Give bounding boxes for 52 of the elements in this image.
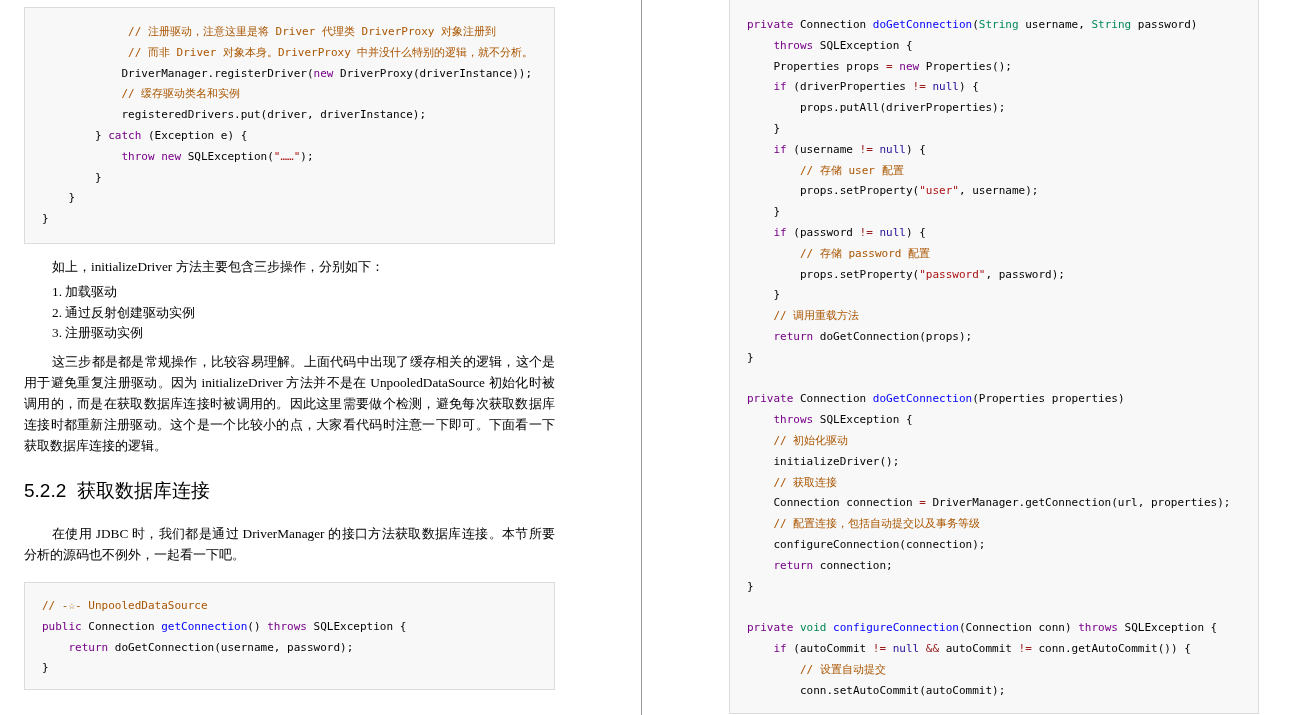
paragraph: 在使用 JDBC 时，我们都是通过 DriverManager 的接口方法获取数据库连接。本节所要分析的源码也不例外，一起看一下吧。 xyxy=(24,524,555,564)
paragraph: 这三步都是都是常规操作，比较容易理解。上面代码中出现了缓存相关的逻辑，这个是用于避免重复注册驱动。因为 initializeDriver 方法并不是在 UnpooledDataSource 初始化时被调用的，而是在获取数据库连接时被调用的。因此这里需要做个检测，避免每次获取数据库连接时都重新注册驱动。这个是一个比较小的点，大家看代码时注意一下即可。下面看一下获取数据库连接的逻辑。 xyxy=(24,352,555,456)
code-line: // 设置自动提交 xyxy=(798,661,886,678)
code-line: } xyxy=(67,190,76,207)
code-line: // 注册驱动，注意这里是将 Driver 代理类 DriverProxy 对象注册到 xyxy=(127,24,497,40)
code-line: props.setProperty("password", password); xyxy=(798,266,1065,283)
code-line: // 存储 user 配置 xyxy=(798,162,904,179)
code-line: private Connection doGetConnection(Properties properties) xyxy=(747,391,1125,408)
code-line: } catch (Exception e) { xyxy=(93,128,248,144)
code-line: } xyxy=(772,121,781,137)
code-line: registeredDrivers.put(driver, driverInstance); xyxy=(120,107,427,124)
code-line: Connection connection = DriverManager.getConnection(url, properties); xyxy=(772,495,1231,512)
code-line: public Connection getConnection() throws SQLException { xyxy=(42,618,407,635)
code-line: throw new SQLException("……"); xyxy=(120,148,314,165)
code-line: initializeDriver(); xyxy=(772,453,900,470)
code-line: props.setProperty("user", username); xyxy=(798,183,1039,200)
code-line: } xyxy=(747,578,754,595)
code-line: // -☆- UnpooledDataSource xyxy=(42,598,208,615)
code-line: } xyxy=(42,660,49,677)
list-item: 1. 加载驱动 xyxy=(52,283,118,302)
code-line: if (driverProperties != null) { xyxy=(772,79,979,96)
list-item: 2. 通过反射创建驱动实例 xyxy=(52,303,196,322)
code-line: return doGetConnection(props); xyxy=(772,328,973,345)
code-line: conn.setAutoCommit(autoCommit); xyxy=(798,682,1006,699)
code-line: } xyxy=(42,211,49,228)
list-item: 3. 注册驱动实例 xyxy=(52,324,144,343)
code-line: return connection; xyxy=(772,557,893,574)
code-line: if (password != null) { xyxy=(772,224,926,241)
code-line: // 缓存驱动类名和实例 xyxy=(120,86,241,103)
paragraph: 如上，initializeDriver 方法主要包含三步操作，分别如下： xyxy=(51,257,385,276)
code-line: // 存储 password 配置 xyxy=(798,245,931,262)
code-line: return doGetConnection(username, password); xyxy=(67,639,354,656)
code-line: } xyxy=(772,287,781,304)
code-line: // 初始化驱动 xyxy=(772,432,849,449)
code-line: props.putAll(driverProperties); xyxy=(798,100,1006,117)
section-heading: 5.2.2 获取数据库连接 xyxy=(24,478,210,503)
code-line: DriverManager.registerDriver(new DriverProxy(driverInstance)); xyxy=(120,65,533,82)
code-line: throws SQLException { xyxy=(772,37,913,54)
code-line: } xyxy=(93,169,102,186)
code-line: } xyxy=(772,204,781,221)
code-line: } xyxy=(747,349,754,366)
code-line: configureConnection(connection); xyxy=(772,536,986,553)
code-line: Properties props = new Properties(); xyxy=(772,58,1012,75)
code-line: // 配置连接，包括自动提交以及事务等级 xyxy=(772,516,981,533)
code-line: // 调用重载方法 xyxy=(772,308,860,325)
code-line: private void configureConnection(Connection conn) throws SQLException { xyxy=(747,620,1218,637)
code-line: throws SQLException { xyxy=(772,412,913,429)
code-line: if (username != null) { xyxy=(772,141,926,158)
code-line: if (autoCommit != null && autoCommit != conn.getAutoCommit()) { xyxy=(772,640,1191,657)
code-line: // 而非 Driver 对象本身。DriverProxy 中并没什么特别的逻辑，就不分析。 xyxy=(127,44,534,61)
code-line: private Connection doGetConnection(String username, String password) xyxy=(747,17,1198,33)
code-line: // 获取连接 xyxy=(772,474,838,491)
